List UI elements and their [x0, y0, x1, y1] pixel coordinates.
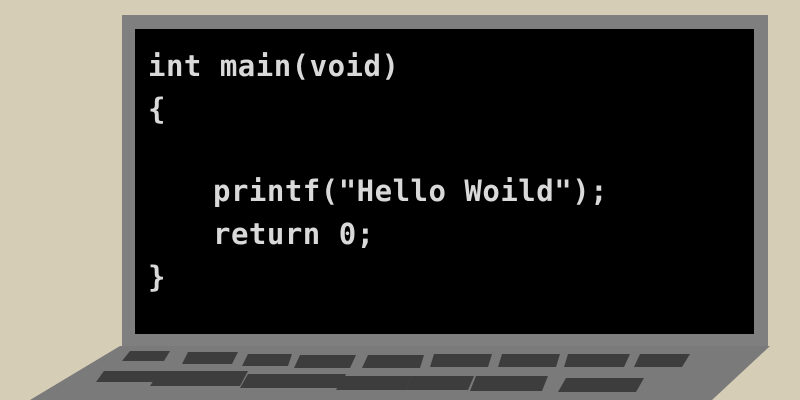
laptop-illustration: int main(void) { printf("Hello Woild"); …	[0, 0, 800, 400]
keyboard-key	[362, 355, 424, 368]
keyboard-key	[430, 354, 492, 367]
keyboard-key	[498, 354, 560, 367]
keyboard-key	[634, 354, 690, 367]
keyboard-key	[470, 376, 548, 391]
keyboard-key	[406, 376, 474, 390]
keyboard-key	[122, 351, 170, 361]
keyboard-key	[182, 352, 238, 364]
code-line-3: printf("Hello Woild");	[213, 174, 609, 208]
laptop-screen: int main(void) { printf("Hello Woild"); …	[135, 29, 754, 334]
keyboard-key	[564, 354, 630, 367]
keyboard-key	[150, 371, 248, 386]
code-line-2: {	[148, 92, 166, 126]
keyboard-key	[558, 378, 644, 392]
keyboard-key	[240, 374, 346, 388]
code-line-1: int main(void)	[148, 49, 400, 83]
keyboard-key	[294, 355, 356, 368]
code-line-5: }	[148, 260, 166, 294]
code-line-4: return 0;	[213, 217, 375, 251]
keyboard-key	[242, 354, 292, 366]
keyboard-key	[336, 376, 412, 390]
